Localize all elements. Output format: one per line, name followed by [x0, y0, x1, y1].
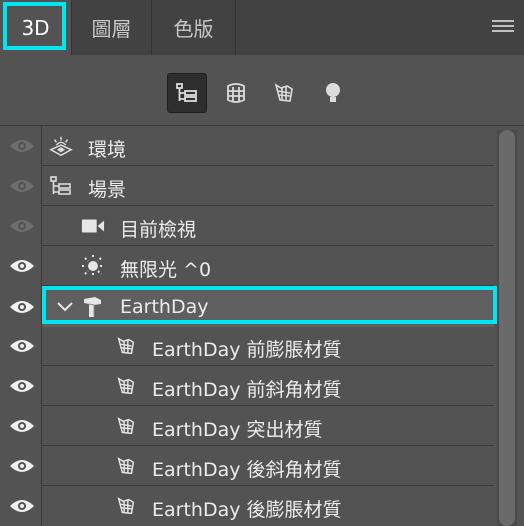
material-icon: [114, 414, 138, 438]
material-icon: [114, 454, 138, 478]
tree-row-label: 無限光 ^0: [120, 259, 212, 281]
scene-filter-button[interactable]: [167, 73, 207, 113]
tab-layers-label: 圖層: [91, 17, 132, 41]
tree-row-infinite-light[interactable]: 無限光 ^0: [0, 246, 494, 286]
material-icon: [114, 374, 138, 398]
tab-3d-label: 3D: [21, 15, 50, 40]
visibility-eye-icon[interactable]: [9, 299, 35, 315]
tree-row-label: 目前檢視: [120, 219, 197, 241]
material-filter-button[interactable]: [264, 73, 304, 113]
visibility-eye-icon[interactable]: [9, 498, 35, 514]
tab-layers[interactable]: 圖層: [72, 0, 152, 55]
tree-row-label: EarthDay 後膨脹材質: [152, 499, 342, 521]
tree-row-material[interactable]: EarthDay 前膨脹材質: [0, 326, 494, 366]
environment-icon: [49, 134, 73, 158]
tree-row-earthday-mesh[interactable]: EarthDay: [0, 286, 497, 327]
mesh-icon: [80, 295, 104, 319]
tree-row-label: 場景: [88, 179, 127, 201]
visibility-eye-icon[interactable]: [9, 418, 35, 434]
mesh-filter-button[interactable]: [216, 73, 256, 113]
filter-toolbar: [0, 56, 524, 126]
tree-row-label: EarthDay 突出材質: [152, 419, 323, 441]
tree-row-material[interactable]: EarthDay 突出材質: [0, 406, 494, 446]
infinite-light-icon: [81, 254, 105, 278]
tree-row-label: EarthDay: [120, 296, 209, 318]
light-filter-icon: [326, 83, 340, 102]
visibility-eye-icon[interactable]: [9, 138, 35, 154]
panel-menu-icon[interactable]: [492, 20, 514, 35]
camera-icon: [81, 214, 105, 238]
tab-channels[interactable]: 色版: [152, 0, 236, 55]
tree-row-current-view[interactable]: 目前檢視: [0, 206, 494, 246]
chevron-down-icon[interactable]: [53, 295, 77, 319]
visibility-eye-icon[interactable]: [9, 338, 35, 354]
vertical-scrollbar[interactable]: [497, 130, 517, 526]
tab-channels-label: 色版: [173, 17, 214, 41]
visibility-eye-icon[interactable]: [9, 378, 35, 394]
tree-row-environment[interactable]: 環境: [0, 126, 494, 166]
tree-row-material[interactable]: EarthDay 後斜角材質: [0, 446, 494, 486]
material-icon: [114, 334, 138, 358]
tree-row-label: EarthDay 前膨脹材質: [152, 339, 342, 361]
tab-3d[interactable]: 3D: [0, 0, 72, 55]
light-filter-button[interactable]: [313, 73, 353, 113]
panel-tab-bar: 3D 圖層 色版: [0, 0, 524, 55]
tree-row-material[interactable]: EarthDay 後膨脹材質: [0, 486, 494, 526]
mesh-filter-icon: [227, 83, 245, 103]
visibility-eye-icon[interactable]: [9, 458, 35, 474]
material-filter-icon: [274, 83, 293, 102]
visibility-eye-icon[interactable]: [9, 258, 35, 274]
tree-row-label: 環境: [88, 139, 127, 161]
visibility-eye-icon[interactable]: [9, 218, 35, 234]
tree-row-label: EarthDay 前斜角材質: [152, 379, 342, 401]
tree-row-material[interactable]: EarthDay 前斜角材質: [0, 366, 494, 406]
visibility-eye-icon[interactable]: [9, 178, 35, 194]
scrollbar-thumb[interactable]: [499, 130, 515, 526]
scene-icon: [49, 174, 73, 198]
material-icon: [114, 494, 138, 518]
scene-filter-icon: [176, 83, 197, 102]
tree-row-label: EarthDay 後斜角材質: [152, 459, 342, 481]
tree-row-scene[interactable]: 場景: [0, 166, 494, 206]
